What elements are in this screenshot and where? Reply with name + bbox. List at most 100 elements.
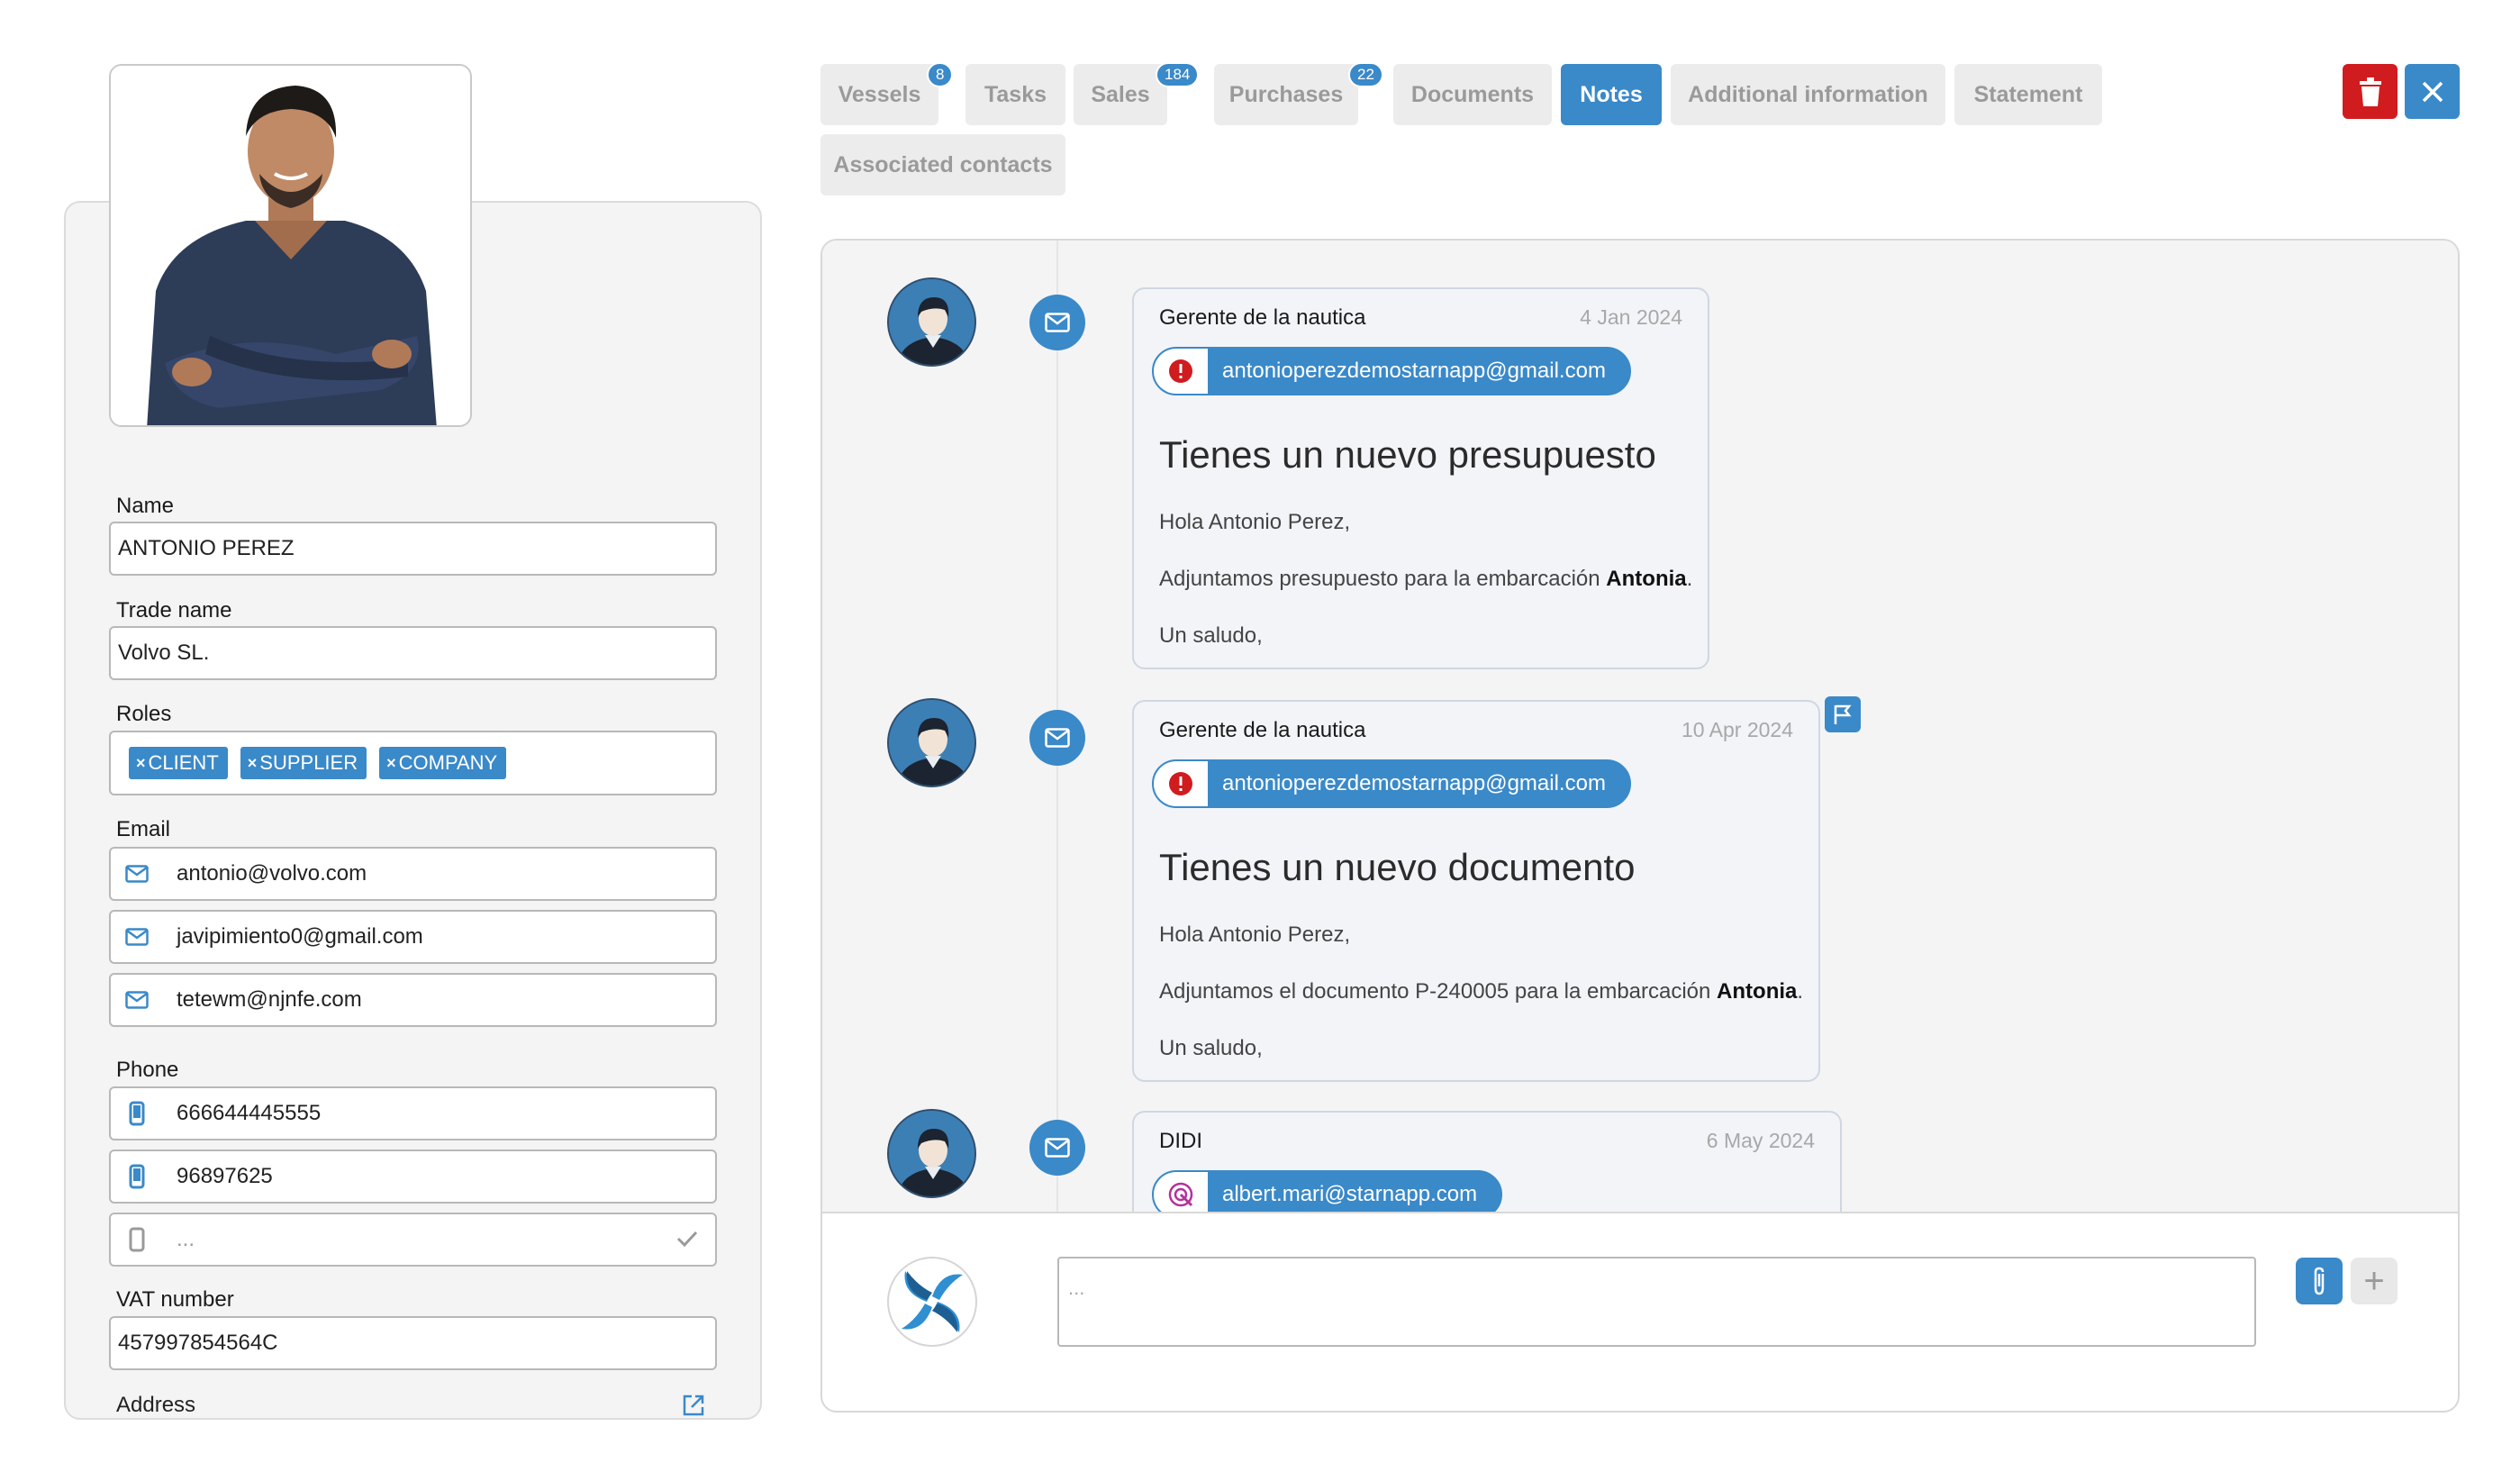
role-chip-supplier[interactable]: × SUPPLIER bbox=[240, 747, 367, 779]
remove-role-icon[interactable]: × bbox=[248, 754, 258, 773]
note-date: 4 Jan 2024 bbox=[1580, 305, 1682, 329]
profile-photo[interactable] bbox=[109, 64, 472, 427]
external-link-icon[interactable] bbox=[681, 1393, 706, 1420]
alert-icon bbox=[1154, 349, 1208, 394]
role-chip-label: COMPANY bbox=[398, 751, 498, 774]
avatar bbox=[887, 1109, 976, 1198]
trash-icon bbox=[2359, 77, 2381, 106]
name-label: Name bbox=[116, 494, 175, 518]
composer-divider bbox=[822, 1212, 2458, 1213]
mobile-phone-icon bbox=[124, 1227, 150, 1252]
close-icon bbox=[2422, 81, 2443, 102]
envelope-icon bbox=[1029, 1120, 1085, 1176]
close-button[interactable] bbox=[2405, 64, 2460, 119]
remove-role-icon[interactable]: × bbox=[136, 754, 146, 773]
phone-field[interactable]: 96897625 bbox=[109, 1149, 717, 1204]
note-author: DIDI bbox=[1159, 1129, 1202, 1153]
envelope-icon bbox=[124, 987, 150, 1013]
note-subject: Tienes un nuevo presupuesto bbox=[1159, 433, 1656, 476]
email-value: tetewm@njnfe.com bbox=[177, 987, 362, 1012]
note-input[interactable]: ... bbox=[1057, 1257, 2256, 1347]
role-chip-client[interactable]: × CLIENT bbox=[129, 747, 228, 779]
email-recipient-pill[interactable]: antonioperezdemostarnapp@gmail.com bbox=[1152, 759, 1631, 808]
tab-additional-information[interactable]: Additional information bbox=[1671, 64, 1945, 125]
envelope-icon bbox=[1029, 295, 1085, 350]
flag-icon bbox=[1834, 704, 1852, 724]
recipient-email: albert.mari@starnapp.com bbox=[1222, 1182, 1478, 1206]
note-closing: Un saludo, bbox=[1159, 623, 1263, 648]
vessel-name: Antonia bbox=[1717, 979, 1798, 1004]
note-body: Adjuntamos el documento P-240005 para la… bbox=[1159, 979, 1803, 1004]
email-recipient-pill[interactable]: albert.mari@starnapp.com bbox=[1152, 1170, 1503, 1212]
envelope-icon bbox=[124, 861, 150, 886]
phone-value: 96897625 bbox=[177, 1164, 273, 1188]
note-card[interactable]: Gerente de la nautica 10 Apr 2024 antoni… bbox=[1132, 700, 1820, 1082]
vat-label: VAT number bbox=[116, 1287, 234, 1312]
person-photo-icon bbox=[111, 66, 470, 425]
remove-role-icon[interactable]: × bbox=[386, 754, 396, 773]
trade-name-input[interactable]: Volvo SL. bbox=[109, 626, 717, 680]
email-value: antonio@volvo.com bbox=[177, 861, 367, 886]
tab-purchases[interactable]: Purchases bbox=[1214, 64, 1358, 125]
email-value: javipimiento0@gmail.com bbox=[177, 924, 423, 949]
paperclip-icon bbox=[2314, 1267, 2325, 1295]
note-author: Gerente de la nautica bbox=[1159, 718, 1366, 742]
tab-label: Tasks bbox=[984, 81, 1047, 107]
flag-button[interactable] bbox=[1825, 696, 1861, 732]
note-body: Adjuntamos presupuesto para la embarcaci… bbox=[1159, 567, 1692, 592]
email-recipient-pill[interactable]: antonioperezdemostarnapp@gmail.com bbox=[1152, 347, 1631, 395]
tab-label: Sales bbox=[1091, 81, 1150, 107]
role-chip-label: CLIENT bbox=[148, 751, 219, 774]
tab-label: Notes bbox=[1580, 81, 1643, 107]
user-avatar-icon bbox=[889, 1111, 974, 1196]
note-card[interactable]: DIDI 6 May 2024 albert.mari@starnapp.com bbox=[1132, 1111, 1842, 1212]
user-avatar-icon bbox=[889, 279, 974, 365]
new-phone-field[interactable]: ... bbox=[109, 1213, 717, 1267]
tab-documents[interactable]: Documents bbox=[1393, 64, 1552, 125]
envelope-icon bbox=[1029, 710, 1085, 766]
phone-field[interactable]: 666644445555 bbox=[109, 1086, 717, 1140]
tab-label: Documents bbox=[1410, 81, 1535, 107]
email-field[interactable]: javipimiento0@gmail.com bbox=[109, 910, 717, 964]
tab-tasks[interactable]: Tasks bbox=[965, 64, 1065, 125]
avatar bbox=[887, 698, 976, 787]
tab-sales[interactable]: Sales bbox=[1074, 64, 1167, 125]
note-author: Gerente de la nautica bbox=[1159, 305, 1366, 330]
envelope-icon bbox=[124, 924, 150, 950]
note-card[interactable]: Gerente de la nautica 4 Jan 2024 antonio… bbox=[1132, 287, 1709, 669]
vat-input[interactable]: 457997854564C bbox=[109, 1316, 717, 1370]
email-field[interactable]: tetewm@njnfe.com bbox=[109, 973, 717, 1027]
tab-statement[interactable]: Statement bbox=[1954, 64, 2102, 125]
roles-select[interactable]: × CLIENT × SUPPLIER × COMPANY bbox=[109, 731, 717, 795]
sales-count-badge: 184 bbox=[1156, 62, 1200, 87]
user-avatar-icon bbox=[889, 700, 974, 786]
notes-timeline[interactable]: Gerente de la nautica 4 Jan 2024 antonio… bbox=[822, 241, 2458, 1212]
purchases-count-badge: 22 bbox=[1348, 62, 1383, 87]
address-row: Address bbox=[64, 1380, 762, 1420]
tab-notes[interactable]: Notes bbox=[1561, 64, 1662, 125]
attach-button[interactable] bbox=[2296, 1258, 2343, 1304]
roles-label: Roles bbox=[116, 702, 172, 726]
role-chip-label: SUPPLIER bbox=[259, 751, 358, 774]
phone-label: Phone bbox=[116, 1058, 179, 1082]
phone-value: 666644445555 bbox=[177, 1101, 322, 1125]
vessel-name: Antonia bbox=[1606, 567, 1687, 591]
address-label: Address bbox=[116, 1393, 196, 1417]
note-date: 10 Apr 2024 bbox=[1681, 718, 1793, 741]
note-greeting: Hola Antonio Perez, bbox=[1159, 922, 1351, 947]
phone-placeholder: ... bbox=[177, 1227, 195, 1251]
vessels-count-badge: 8 bbox=[927, 62, 954, 87]
recipient-email: antonioperezdemostarnapp@gmail.com bbox=[1222, 359, 1606, 383]
add-note-button[interactable]: + bbox=[2351, 1258, 2398, 1304]
delete-button[interactable] bbox=[2343, 64, 2398, 119]
confirm-check-icon[interactable] bbox=[675, 1228, 699, 1256]
tab-label: Statement bbox=[1973, 81, 2083, 107]
tab-label: Vessels bbox=[838, 81, 921, 107]
role-chip-company[interactable]: × COMPANY bbox=[379, 747, 507, 779]
name-input[interactable]: ANTONIO PEREZ bbox=[109, 522, 717, 576]
alert-icon bbox=[1154, 761, 1208, 806]
tab-vessels[interactable]: Vessels bbox=[820, 64, 938, 125]
tab-associated-contacts[interactable]: Associated contacts bbox=[820, 134, 1065, 195]
email-field[interactable]: antonio@volvo.com bbox=[109, 847, 717, 901]
note-body-text: Adjuntamos el documento P-240005 para la… bbox=[1159, 979, 1718, 1004]
